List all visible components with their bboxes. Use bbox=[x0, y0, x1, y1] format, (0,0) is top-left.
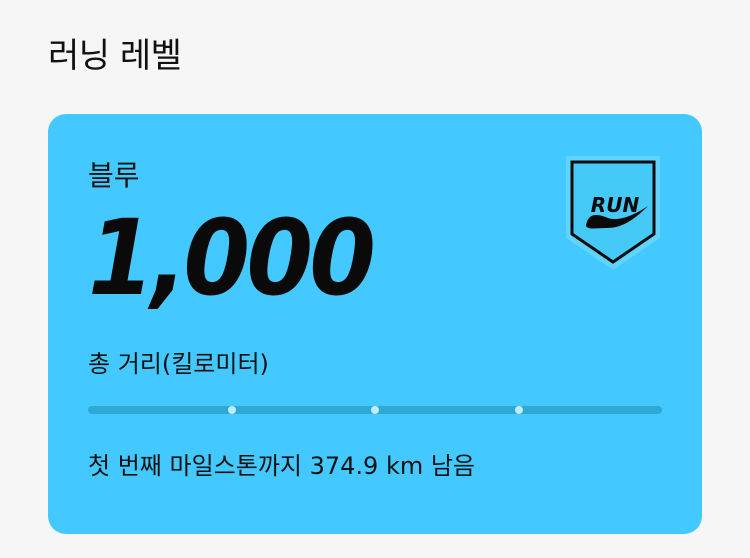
milestone-dot-3 bbox=[514, 406, 523, 414]
badge-run-text: RUN bbox=[591, 193, 640, 217]
total-distance-label: 총 거리(킬로미터) bbox=[88, 350, 269, 378]
total-distance-value: 1,000 bbox=[88, 197, 376, 319]
milestone-dot-2 bbox=[371, 406, 379, 414]
running-level-card[interactable]: 블루 RUN 1,000 총 거리(킬로미터) 첫 번째 마일스톤까지 374.… bbox=[48, 114, 702, 534]
level-progress-bar bbox=[88, 406, 662, 414]
milestone-remaining-text: 첫 번째 마일스톤까지 374.9 km 남음 bbox=[88, 452, 476, 480]
page-title: 러닝 레벨 bbox=[48, 36, 182, 76]
milestone-dot-1 bbox=[227, 406, 236, 414]
level-name: 블루 bbox=[88, 159, 140, 192]
run-badge-icon: RUN bbox=[564, 154, 662, 272]
